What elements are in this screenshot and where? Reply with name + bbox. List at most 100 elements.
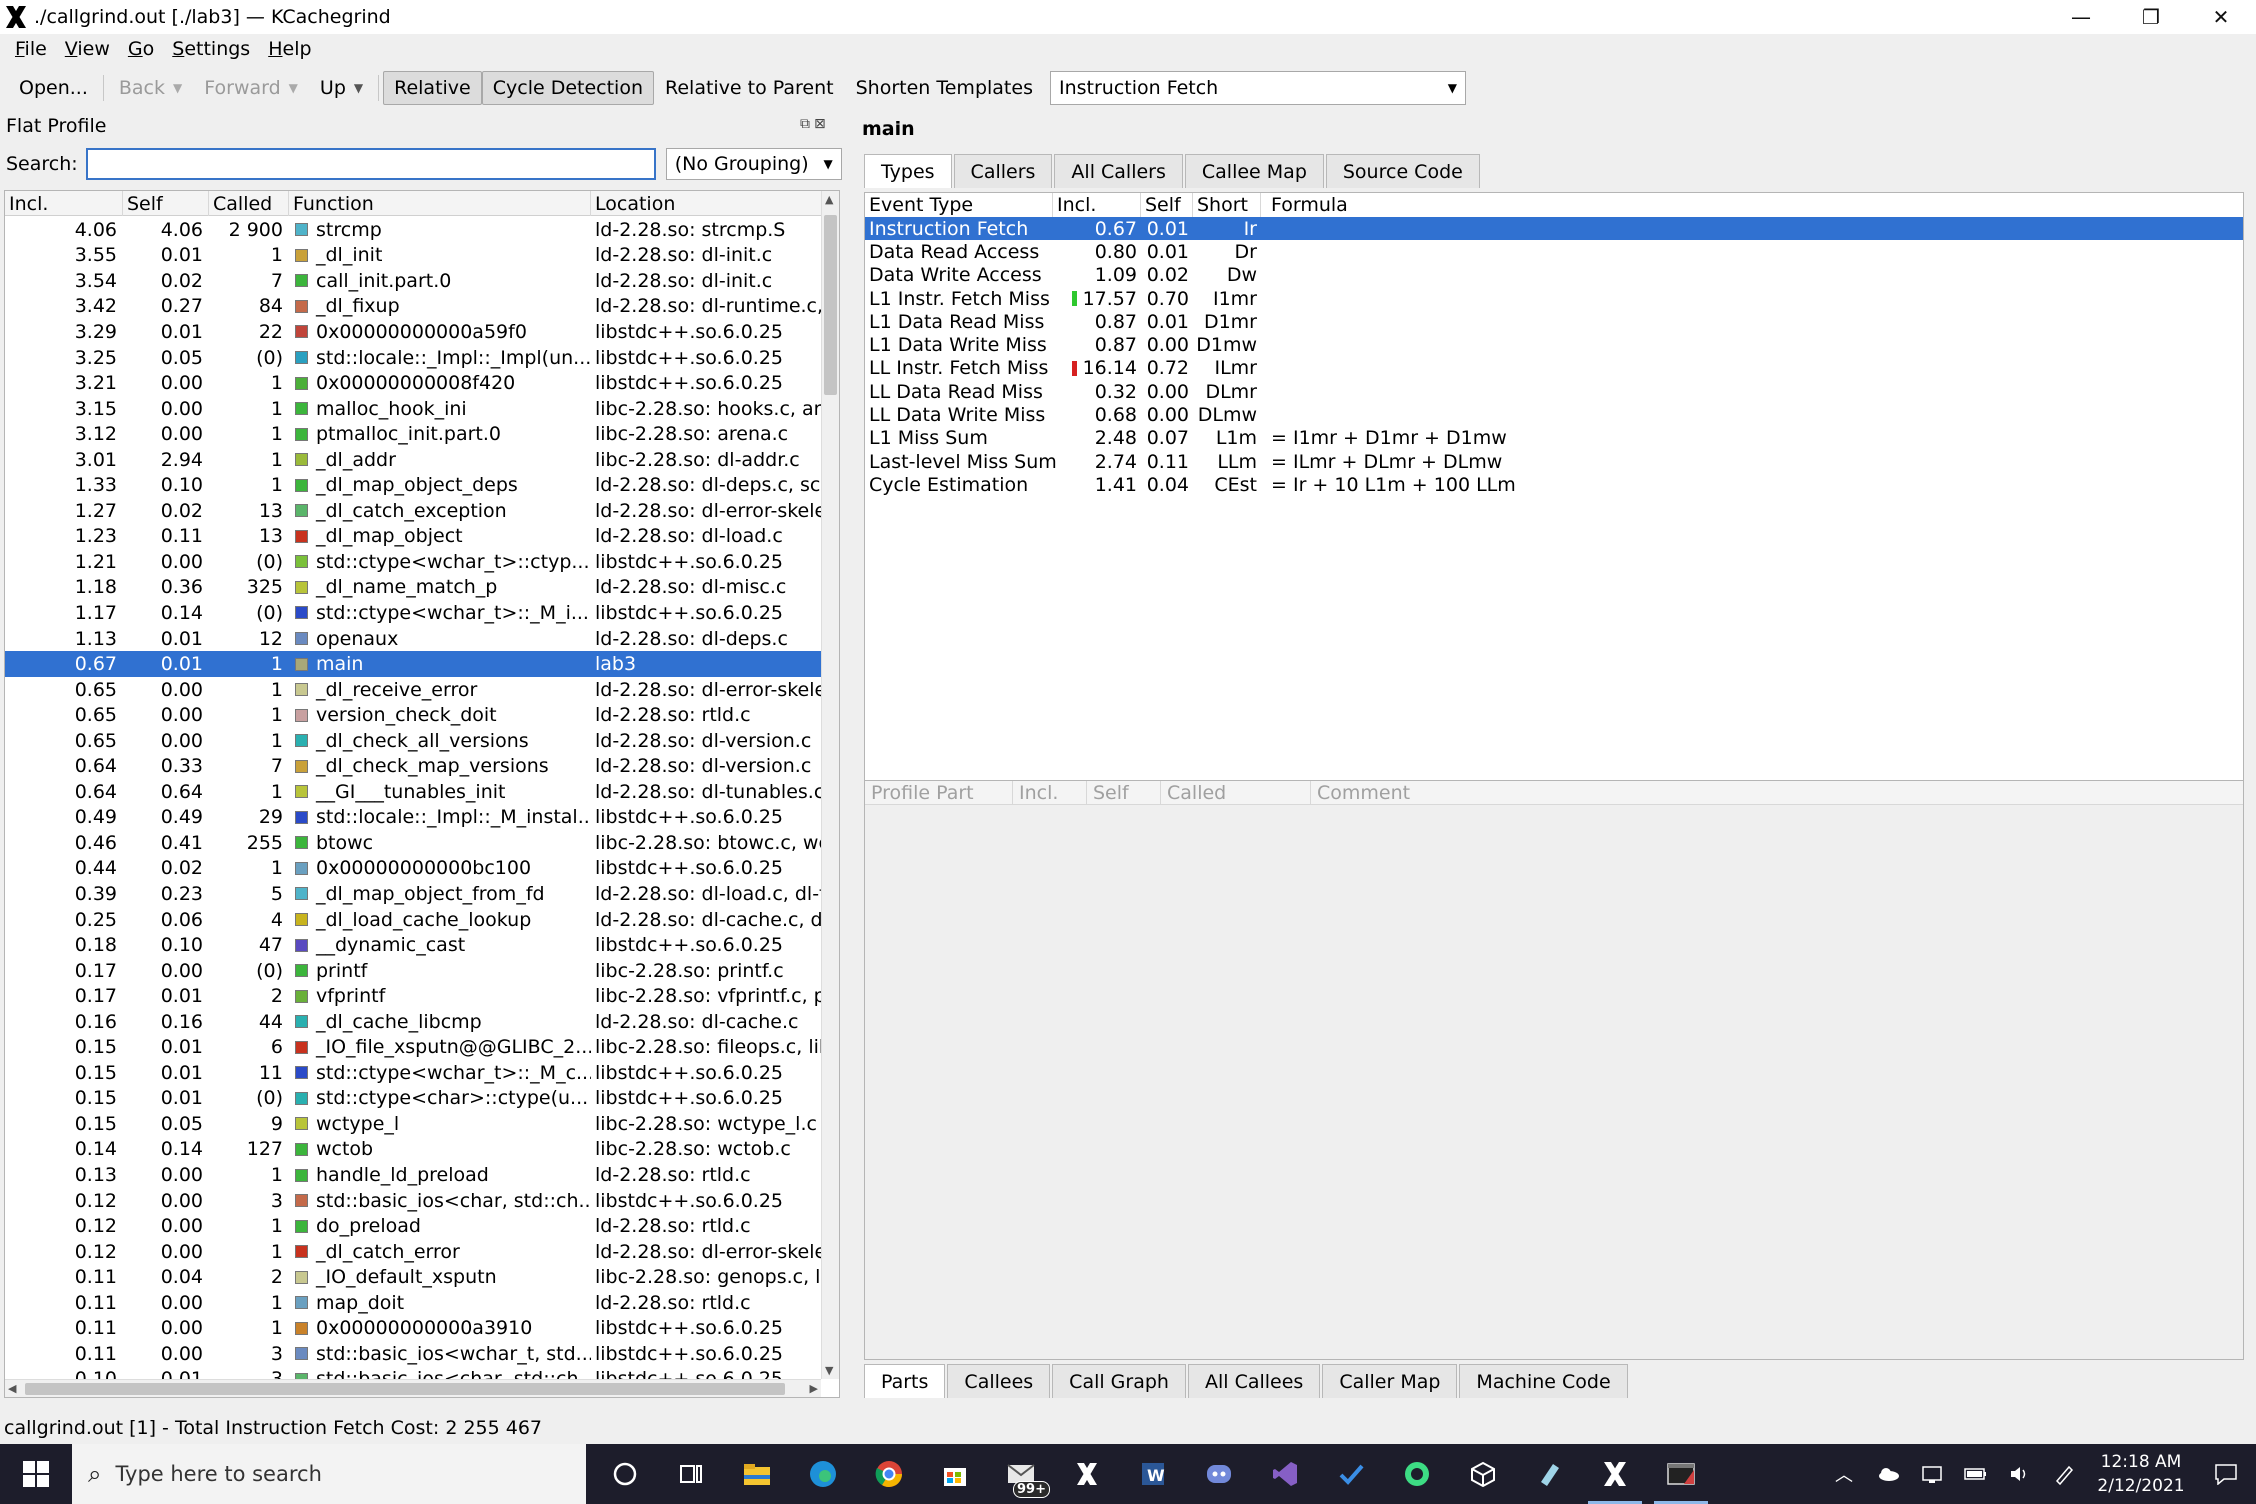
horizontal-scrollbar[interactable]: ◀ ▶: [5, 1379, 821, 1397]
table-row[interactable]: 0.15 0.05 9 wctype_l libc-2.28.so: wctype_l.…: [5, 1111, 821, 1137]
table-row[interactable]: L1 Data Write Miss 0.87 0.00 D1mw: [865, 333, 2243, 356]
virtualbox-icon[interactable]: [1450, 1444, 1516, 1504]
column-header-called[interactable]: Called: [209, 191, 289, 216]
scrollbar-thumb[interactable]: [824, 215, 837, 395]
table-row[interactable]: 1.13 0.01 12 openaux ld-2.28.so: dl-deps.c: [5, 626, 821, 652]
table-row[interactable]: 1.27 0.02 13 _dl_catch_exception ld-2.28.so:…: [5, 498, 821, 524]
tab-parts[interactable]: Parts: [864, 1364, 946, 1398]
forward-button[interactable]: Forward ▼: [193, 71, 309, 105]
tab-source-code[interactable]: Source Code: [1325, 154, 1480, 188]
scroll-right-icon[interactable]: ▶: [810, 1382, 818, 1395]
column-header-self[interactable]: Self: [1087, 781, 1161, 804]
table-row[interactable]: 0.11 0.00 1 map_doit ld-2.28.so: rtld.c: [5, 1290, 821, 1316]
table-row[interactable]: 3.55 0.01 1 _dl_init ld-2.28.so: dl-init.c: [5, 243, 821, 269]
event-type-select[interactable]: Instruction Fetch ▼: [1049, 71, 1466, 105]
table-row[interactable]: Instruction Fetch 0.67 0.01 Ir: [865, 217, 2243, 241]
table-row[interactable]: 0.11 0.04 2 _IO_default_xsputn libc-2.28.so:…: [5, 1264, 821, 1290]
table-row[interactable]: 0.11 0.00 1 0x00000000000a3910 libstdc++.so.…: [5, 1316, 821, 1342]
table-row[interactable]: 1.17 0.14 (0) std::ctype<wchar_t>::_M_i... l…: [5, 600, 821, 626]
grouping-select[interactable]: (No Grouping) ▼: [665, 148, 842, 180]
store-icon[interactable]: [922, 1444, 988, 1504]
cycle-detection-toggle[interactable]: Cycle Detection: [481, 71, 654, 105]
menu-settings[interactable]: Settings: [163, 38, 259, 60]
close-button[interactable]: ✕: [2186, 0, 2256, 34]
pen-icon[interactable]: [2042, 1444, 2086, 1504]
menu-go[interactable]: Go: [119, 38, 163, 60]
notepad-icon[interactable]: [1516, 1444, 1582, 1504]
column-header-self[interactable]: Self: [1141, 193, 1193, 217]
scroll-left-icon[interactable]: ◀: [8, 1382, 16, 1395]
table-row[interactable]: 0.11 0.00 3 std::basic_ios<wchar_t, std... l…: [5, 1341, 821, 1367]
scroll-down-icon[interactable]: ▼: [825, 1364, 833, 1377]
kcachegrind-taskbar-icon[interactable]: [1582, 1444, 1648, 1504]
table-row[interactable]: 0.12 0.00 1 do_preload ld-2.28.so: rtld.c: [5, 1213, 821, 1239]
table-row[interactable]: L1 Data Read Miss 0.87 0.01 D1mr: [865, 310, 2243, 333]
terminal-icon[interactable]: [1648, 1444, 1714, 1504]
tab-types[interactable]: Types: [864, 154, 952, 188]
column-header-profile-part[interactable]: Profile Part: [865, 781, 1013, 804]
tab-callees[interactable]: Callees: [947, 1364, 1051, 1398]
table-row[interactable]: 3.25 0.05 (0) std::locale::_Impl::_Impl(un.…: [5, 345, 821, 371]
taskbar-search-box[interactable]: ⌕ Type here to search: [72, 1444, 586, 1504]
restore-button[interactable]: ❐: [2116, 0, 2186, 34]
relative-toggle[interactable]: Relative: [383, 71, 482, 105]
menu-help[interactable]: Help: [259, 38, 320, 60]
column-header-function[interactable]: Function: [289, 191, 591, 216]
column-header-incl[interactable]: Incl.: [1013, 781, 1087, 804]
vertical-scrollbar[interactable]: ▲ ▼: [821, 191, 839, 1379]
column-header-incl[interactable]: Incl.: [1053, 193, 1141, 217]
onedrive-icon[interactable]: [1866, 1444, 1910, 1504]
table-row[interactable]: LL Instr. Fetch Miss 16.14 0.72 ILmr: [865, 357, 2243, 380]
column-header-formula[interactable]: Formula: [1261, 193, 1861, 217]
android-studio-icon[interactable]: [1384, 1444, 1450, 1504]
table-row[interactable]: 3.29 0.01 22 0x00000000000a59f0 libstdc++.so…: [5, 319, 821, 345]
close-dock-icon[interactable]: ⊠: [814, 116, 826, 132]
notification-center-icon[interactable]: [2196, 1444, 2256, 1504]
cortana-icon[interactable]: [592, 1444, 658, 1504]
scroll-up-icon[interactable]: ▲: [825, 193, 833, 206]
table-row[interactable]: 0.18 0.10 47 __dynamic_cast libstdc++.so.6.0…: [5, 932, 821, 958]
column-header-event-type[interactable]: Event Type: [865, 193, 1053, 217]
network-icon[interactable]: [1910, 1444, 1954, 1504]
table-row[interactable]: 0.14 0.14 127 wctob libc-2.28.so: wctob.c: [5, 1137, 821, 1163]
up-dropdown-icon[interactable]: ▼: [354, 81, 363, 95]
table-row[interactable]: 0.16 0.16 44 _dl_cache_libcmp ld-2.28.so: dl…: [5, 1009, 821, 1035]
table-row[interactable]: 0.65 0.00 1 _dl_check_all_versions ld-2.28.s…: [5, 728, 821, 754]
table-row[interactable]: LL Data Write Miss 0.68 0.00 DLmw: [865, 403, 2243, 426]
x-server-icon[interactable]: [1054, 1444, 1120, 1504]
chevron-up-icon[interactable]: ︿: [1822, 1444, 1866, 1504]
table-row[interactable]: 0.44 0.02 1 0x00000000000bc100 libstdc++.so.…: [5, 856, 821, 882]
table-row[interactable]: 0.65 0.00 1 _dl_receive_error ld-2.28.so: dl…: [5, 677, 821, 703]
table-row[interactable]: Data Write Access 1.09 0.02 Dw: [865, 264, 2243, 287]
up-button[interactable]: Up ▼: [309, 71, 374, 105]
volume-icon[interactable]: [1998, 1444, 2042, 1504]
table-row[interactable]: 0.64 0.64 1 __GI___tunables_init ld-2.28.so:…: [5, 779, 821, 805]
forward-dropdown-icon[interactable]: ▼: [289, 81, 298, 95]
table-row[interactable]: 3.42 0.27 84 _dl_fixup ld-2.28.so: dl-runtim…: [5, 294, 821, 320]
taskbar-clock[interactable]: 12:18 AM 2/12/2021: [2086, 1450, 2196, 1498]
table-row[interactable]: L1 Instr. Fetch Miss 17.57 0.70 I1mr: [865, 287, 2243, 310]
todo-icon[interactable]: [1318, 1444, 1384, 1504]
float-dock-icon[interactable]: ⧉: [800, 116, 810, 132]
tab-all-callees[interactable]: All Callees: [1187, 1364, 1321, 1398]
search-input[interactable]: [85, 148, 656, 180]
table-row[interactable]: LL Data Read Miss 0.32 0.00 DLmr: [865, 380, 2243, 403]
file-explorer-icon[interactable]: [724, 1444, 790, 1504]
start-button[interactable]: [0, 1444, 72, 1504]
table-row[interactable]: 3.12 0.00 1 ptmalloc_init.part.0 libc-2.28.s…: [5, 421, 821, 447]
menu-file[interactable]: File: [6, 38, 56, 60]
column-header-incl[interactable]: Incl.: [5, 191, 123, 216]
word-icon[interactable]: W: [1120, 1444, 1186, 1504]
discord-icon[interactable]: [1186, 1444, 1252, 1504]
table-row[interactable]: 0.12 0.00 3 std::basic_ios<char, std::ch...…: [5, 1188, 821, 1214]
menu-view[interactable]: View: [56, 38, 119, 60]
table-row[interactable]: 0.13 0.00 1 handle_ld_preload ld-2.28.so: rt…: [5, 1162, 821, 1188]
battery-icon[interactable]: [1954, 1444, 1998, 1504]
table-row[interactable]: 0.15 0.01 (0) std::ctype<char>::ctype(u... l…: [5, 1086, 821, 1112]
table-row[interactable]: 0.49 0.49 29 std::locale::_Impl::_M_instal.…: [5, 805, 821, 831]
tab-machine-code[interactable]: Machine Code: [1459, 1364, 1628, 1398]
table-row[interactable]: 0.65 0.00 1 version_check_doit ld-2.28.so: r…: [5, 702, 821, 728]
table-row[interactable]: Last-level Miss Sum 2.74 0.11 LLm = ILmr + D…: [865, 450, 2243, 473]
table-row[interactable]: 0.64 0.33 7 _dl_check_map_versions ld-2.28.s…: [5, 753, 821, 779]
table-row[interactable]: 1.21 0.00 (0) std::ctype<wchar_t>::ctyp... l…: [5, 549, 821, 575]
